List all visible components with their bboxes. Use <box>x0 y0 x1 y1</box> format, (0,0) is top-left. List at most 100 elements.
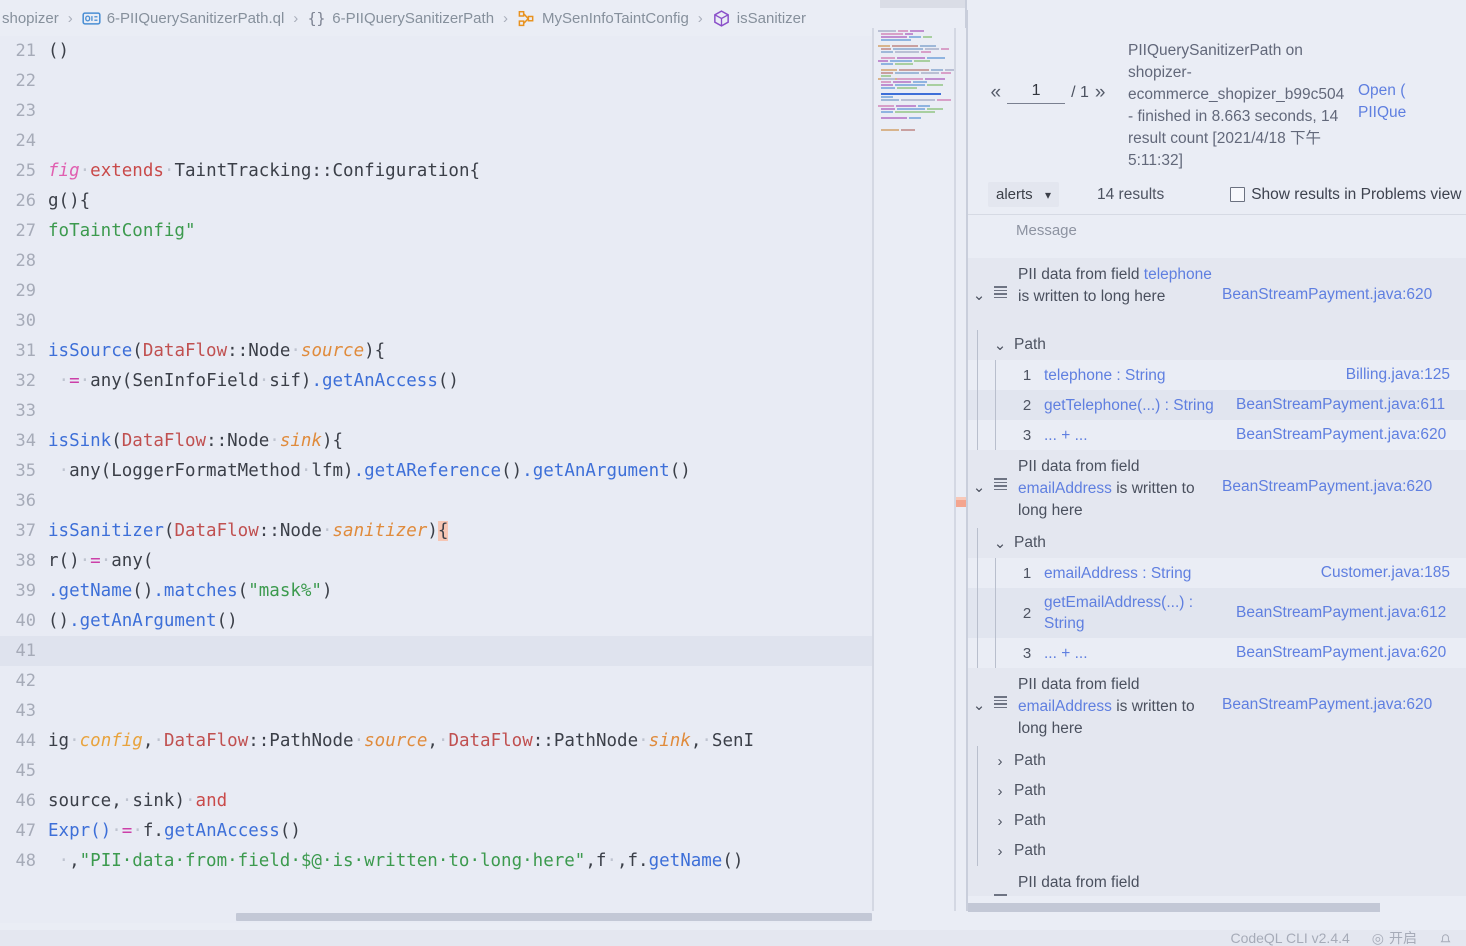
path-header[interactable]: › Path <box>968 806 1466 836</box>
path-header[interactable]: ⌄ Path <box>968 528 1466 558</box>
code-line[interactable]: 40 ().getAnArgument() <box>0 606 872 636</box>
chevron-down-icon[interactable]: ⌄ <box>968 264 990 304</box>
path-header[interactable]: ⌄ Path <box>968 330 1466 360</box>
code-line[interactable]: 45 <box>0 756 872 786</box>
chevron-right-icon[interactable]: › <box>986 843 1014 860</box>
code-line[interactable]: 26 g(){ <box>0 186 872 216</box>
alert-message-field-link[interactable]: emailAddress <box>1018 698 1112 715</box>
path-step-label[interactable]: ... + ... <box>1036 639 1236 668</box>
editor-horizontal-scrollbar-thumb[interactable] <box>236 913 872 921</box>
code-line[interactable]: 44 ig·config,·DataFlow::PathNode·source,·… <box>0 726 872 756</box>
code-line[interactable]: 34 isSink(DataFlow::Node·sink){ <box>0 426 872 456</box>
chevron-down-icon[interactable]: ⌄ <box>968 674 990 714</box>
path-step-label[interactable]: emailAddress : String <box>1036 559 1236 588</box>
breadcrumb-item-shopizer[interactable]: shopizer <box>0 10 61 27</box>
code-line[interactable]: 22 <box>0 66 872 96</box>
code-line[interactable]: 37 isSanitizer(DataFlow::Node·sanitizer){ <box>0 516 872 546</box>
path-step-label[interactable]: getTelephone(...) : String <box>1036 391 1236 420</box>
path-step-location-link[interactable]: BeanStreamPayment.java:620 <box>1236 644 1450 662</box>
code-line[interactable]: 42 <box>0 666 872 696</box>
alert-row[interactable]: ⌄ PII data from field emailAddress is wri… <box>968 450 1466 528</box>
code-line[interactable]: 31 isSource(DataFlow::Node·source){ <box>0 336 872 366</box>
code-line[interactable]: 35 ·any(LoggerFormatMethod·lfm).getARefe… <box>0 456 872 486</box>
code-line[interactable]: 46 source,·sink)·and <box>0 786 872 816</box>
path-step-location-link[interactable]: BeanStreamPayment.java:620 <box>1236 426 1450 444</box>
code-line[interactable]: 47 Expr()·=·f.getAnAccess() <box>0 816 872 846</box>
editor-minimap[interactable] <box>874 30 956 155</box>
path-step-label[interactable]: ... + ... <box>1036 421 1236 450</box>
path-header[interactable]: › Path <box>968 746 1466 776</box>
path-step-location-link[interactable]: BeanStreamPayment.java:612 <box>1236 604 1450 622</box>
code-line[interactable]: 24 <box>0 126 872 156</box>
chevron-down-icon[interactable]: ⌄ <box>968 456 990 496</box>
code-line[interactable]: 41 <box>0 636 872 666</box>
results-horizontal-scrollbar-thumb[interactable] <box>968 903 1380 912</box>
path-header[interactable]: › Path <box>968 836 1466 866</box>
open-query-link-line1[interactable]: Open ( <box>1358 80 1442 102</box>
path-step-label[interactable]: getEmailAddress(...) : String <box>1036 588 1236 638</box>
statusbar-codeql-version[interactable]: CodeQL CLI v2.4.4 <box>1230 930 1349 946</box>
code-line[interactable]: 48 ·,"PII·data·from·field·$@·is·written·… <box>0 846 872 876</box>
code-line[interactable]: 25 fig·extends·TaintTracking::Configurati… <box>0 156 872 186</box>
code-line[interactable]: 23 <box>0 96 872 126</box>
alert-row[interactable]: › PII data from field <box>968 866 1466 896</box>
code-editor[interactable]: 21() 22 23 24 25 fig·extends·TaintTracking::C… <box>0 36 872 911</box>
chevron-right-icon[interactable]: › <box>986 783 1014 800</box>
minimap-token <box>925 48 939 50</box>
alert-location-link[interactable] <box>1222 872 1436 894</box>
code-token: ( <box>237 581 249 601</box>
show-in-problems-view-checkbox[interactable] <box>1230 187 1246 202</box>
path-step-location-link[interactable]: Customer.java:185 <box>1236 564 1450 582</box>
alert-row[interactable]: ⌄ PII data from field telephone is writte… <box>968 258 1466 330</box>
alert-location-link[interactable]: BeanStreamPayment.java:620 <box>1222 674 1436 714</box>
chevron-right-icon[interactable]: › <box>986 753 1014 770</box>
path-step-location-link[interactable]: BeanStreamPayment.java:611 <box>1236 396 1450 414</box>
code-line[interactable]: 33 <box>0 396 872 426</box>
path-step-label[interactable]: telephone : String <box>1036 361 1236 390</box>
code-line[interactable]: 39 .getName().matches("mask%") <box>0 576 872 606</box>
code-line[interactable]: 30 <box>0 306 872 336</box>
statusbar-ime-status[interactable]: ◎ 开启 <box>1372 930 1417 946</box>
results-view-select[interactable]: alerts <box>988 182 1059 207</box>
open-query-link-line2[interactable]: PIIQue <box>1358 102 1442 124</box>
statusbar-notification-button[interactable] <box>1439 932 1452 945</box>
code-line[interactable]: 28 <box>0 246 872 276</box>
breadcrumb-item-class[interactable]: MySenInfoTaintConfig <box>515 9 691 28</box>
chevron-down-icon[interactable]: ⌄ <box>986 336 1014 354</box>
code-line[interactable]: 43 <box>0 696 872 726</box>
code-line[interactable]: 36 <box>0 486 872 516</box>
editor-vertical-scrollbar[interactable] <box>956 28 966 911</box>
path-step-row[interactable]: 1 telephone : String Billing.java:125 <box>968 360 1466 390</box>
code-line[interactable]: 29 <box>0 276 872 306</box>
page-number-input[interactable] <box>1007 82 1066 104</box>
alert-row[interactable]: ⌄ PII data from field emailAddress is wri… <box>968 668 1466 746</box>
alert-message-field-link[interactable]: telephone <box>1144 266 1212 283</box>
path-header[interactable]: › Path <box>968 776 1466 806</box>
breadcrumb-item-method[interactable]: isSanitizer <box>710 9 808 28</box>
chevron-down-icon[interactable]: ⌄ <box>986 534 1014 552</box>
chevron-right-icon[interactable]: › <box>986 813 1014 830</box>
path-step-location-link[interactable]: Billing.java:125 <box>1236 366 1450 384</box>
code-line[interactable]: 32 ·=·any(SenInfoField·sif).getAnAccess(… <box>0 366 872 396</box>
code-line[interactable]: 21 () <box>0 36 872 66</box>
breadcrumb-item-file[interactable]: 6-PIIQuerySanitizerPath.ql <box>80 9 287 28</box>
results-list[interactable]: ⌄ PII data from field telephone is writte… <box>968 258 1466 896</box>
code-line[interactable]: 38 r()·=·any( <box>0 546 872 576</box>
path-step-row[interactable]: 3... + ... BeanStreamPayment.java:620 <box>968 638 1466 668</box>
next-page-button[interactable]: » <box>1095 82 1106 104</box>
path-step-row[interactable]: 2 getEmailAddress(...) : String BeanStream… <box>968 588 1466 638</box>
chevron-right-icon[interactable]: › <box>968 872 990 896</box>
breadcrumb-label: 6-PIIQuerySanitizerPath.ql <box>106 9 285 27</box>
alert-location-link[interactable]: BeanStreamPayment.java:620 <box>1222 264 1436 304</box>
path-step-row[interactable]: 1 emailAddress : String Customer.java:185 <box>968 558 1466 588</box>
open-query-links[interactable]: Open ( PIIQue <box>1350 24 1442 124</box>
code-line[interactable]: 27 foTaintConfig" <box>0 216 872 246</box>
path-step-row[interactable]: 2 getTelephone(...) : String BeanStreamPay… <box>968 390 1466 420</box>
path-step-row[interactable]: 3... + ... BeanStreamPayment.java:620 <box>968 420 1466 450</box>
alert-location-link[interactable]: BeanStreamPayment.java:620 <box>1222 456 1436 496</box>
minimap-line <box>874 99 956 119</box>
breadcrumb-item-module[interactable]: {} 6-PIIQuerySanitizerPath <box>305 9 496 28</box>
alert-message-field-link[interactable]: emailAddress <box>1018 480 1112 497</box>
show-in-problems-view-control[interactable]: Show results in Problems view <box>1230 186 1461 204</box>
prev-page-button[interactable]: « <box>991 82 1002 104</box>
